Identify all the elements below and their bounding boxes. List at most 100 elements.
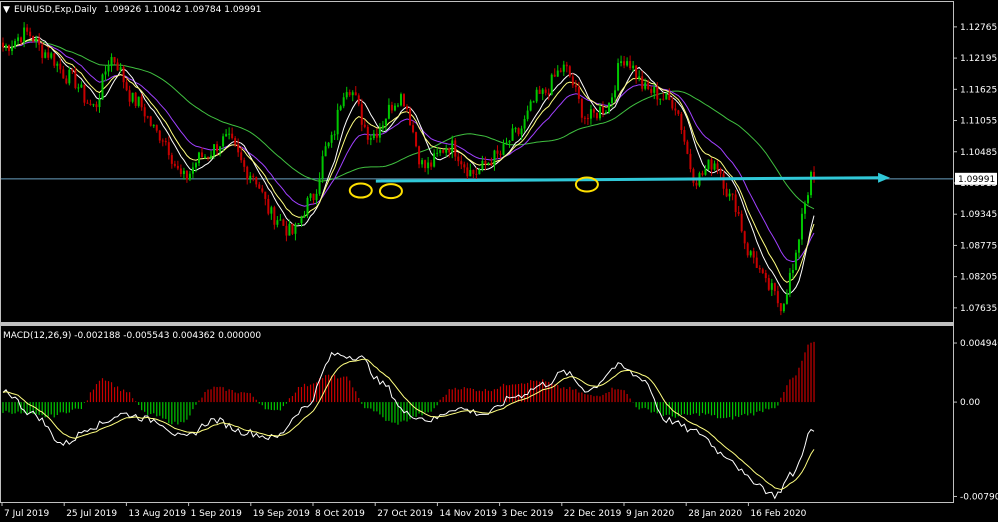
candle-body: [445, 148, 448, 153]
candle-body: [134, 92, 137, 106]
candle-body: [565, 64, 568, 67]
candle-body: [571, 76, 574, 86]
candle-body: [164, 140, 167, 143]
candle-body: [252, 175, 255, 178]
time-tick-label: 28 Jan 2020: [688, 509, 742, 519]
candle-body: [439, 150, 442, 153]
candle-body: [182, 170, 185, 175]
candle-body: [493, 150, 496, 166]
candle-body: [366, 126, 369, 140]
candle-body: [412, 125, 415, 133]
candle-body: [707, 159, 710, 170]
candle-body: [499, 153, 502, 155]
candle-body: [216, 144, 219, 152]
time-tick-label: 3 Dec 2019: [502, 509, 554, 519]
candle-body: [692, 169, 695, 183]
candle-body: [152, 125, 155, 127]
candle-body: [559, 70, 562, 72]
time-tick-label: 16 Feb 2020: [750, 509, 806, 519]
price-tick-label: 1.09345: [960, 210, 997, 220]
candle-body: [620, 61, 623, 64]
candle-body: [363, 124, 366, 127]
candle-body: [20, 37, 23, 43]
candle-body: [128, 90, 131, 102]
candle-body: [351, 92, 354, 96]
price-tick-label: 1.07635: [960, 304, 997, 314]
candle-body: [719, 169, 722, 174]
candle-body: [553, 74, 556, 77]
candle-body: [273, 207, 276, 225]
candle-body: [520, 128, 523, 135]
candle-body: [755, 257, 758, 268]
candle-body: [122, 67, 125, 83]
candle-body: [360, 104, 363, 125]
candle-body: [517, 128, 520, 135]
candle-body: [406, 106, 409, 109]
candle-body: [131, 92, 134, 102]
candle-body: [357, 95, 360, 105]
candle-body: [318, 178, 321, 194]
candle-body: [713, 163, 716, 170]
candle-body: [303, 214, 306, 218]
candle-body: [288, 223, 291, 236]
candle-body: [514, 128, 517, 130]
candle-body: [662, 98, 665, 100]
candle-body: [8, 45, 11, 52]
candle-body: [436, 152, 439, 154]
candle-body: [375, 133, 378, 138]
candle-body: [396, 105, 399, 107]
candle-body: [541, 89, 544, 94]
candle-body: [773, 283, 776, 292]
candle-body: [794, 252, 797, 270]
candle-body: [728, 193, 731, 197]
candle-body: [496, 150, 499, 154]
time-tick-label: 27 Oct 2019: [377, 509, 433, 519]
candle-body: [574, 85, 577, 88]
candle-body: [490, 162, 493, 166]
candle-body: [568, 66, 571, 77]
candle-body: [427, 162, 430, 169]
candle-body: [191, 167, 194, 174]
candle-body: [605, 112, 607, 114]
candle-body: [74, 70, 77, 88]
candle-body: [677, 110, 680, 114]
candle-body: [173, 163, 176, 166]
candle-body: [140, 96, 143, 108]
candle-body: [665, 93, 668, 100]
candle-body: [324, 146, 327, 157]
candle-body: [737, 212, 740, 214]
candle-body: [210, 155, 213, 158]
candle-body: [17, 37, 20, 41]
candle-body: [529, 101, 532, 111]
candle-body: [782, 303, 785, 312]
candle-body: [285, 225, 288, 236]
candle-body: [508, 140, 511, 143]
candle-body: [378, 128, 381, 138]
candle-body: [526, 110, 529, 120]
candle-body: [725, 188, 728, 197]
candle-body: [267, 198, 270, 214]
price-tick-label: 1.12765: [960, 23, 997, 33]
candle-body: [550, 74, 553, 95]
candle-body: [279, 219, 282, 221]
candle-body: [176, 165, 179, 169]
candle-body: [695, 182, 698, 186]
candle-body: [65, 78, 68, 84]
time-tick-label: 19 Sep 2019: [253, 509, 310, 519]
price-tick-label: 1.08205: [960, 273, 997, 283]
candle-body: [466, 167, 469, 177]
candle-body: [213, 144, 216, 156]
candle-body: [270, 207, 273, 214]
chart-menu-icon[interactable]: ▼: [3, 5, 10, 15]
time-tick-label: 14 Nov 2019: [439, 509, 497, 519]
price-tick-label: 1.11055: [960, 117, 997, 127]
time-tick-label: 1 Sep 2019: [191, 509, 243, 519]
candle-body: [101, 74, 104, 100]
candle-body: [321, 156, 324, 179]
candle-body: [29, 31, 32, 37]
symbol-label: EURUSD,Exp,Daily: [14, 5, 98, 15]
candle-body: [44, 52, 47, 58]
candle-body: [740, 213, 743, 232]
candle-body: [231, 133, 234, 139]
trading-chart[interactable]: 1.12765 1.12195 1.11625 1.11055 1.10485 1.099…: [0, 0, 998, 522]
